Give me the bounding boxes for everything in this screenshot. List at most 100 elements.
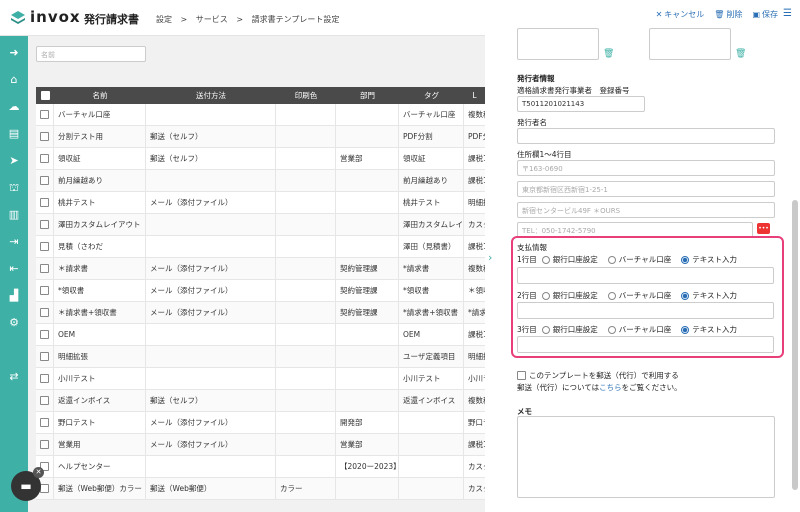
radio-text[interactable] (681, 325, 690, 334)
file-export-icon[interactable]: ⇥ (7, 235, 21, 249)
memo-textarea[interactable] (517, 416, 775, 498)
trash-icon[interactable]: 🗑 (735, 49, 746, 59)
trash-icon[interactable]: 🗑 (603, 49, 614, 59)
table-row[interactable]: ヘルプセンター 【2020ー2023】2 カスタ (36, 456, 485, 478)
mail-note-link[interactable]: こちら (599, 383, 622, 392)
row-checkbox[interactable] (36, 236, 54, 257)
registration-number-input[interactable]: T5011201021143 (517, 96, 645, 112)
table-row[interactable]: 澤田カスタムレイアウト 澤田カスタムレイカスタ (36, 214, 485, 236)
file-import-icon[interactable]: ⇤ (7, 262, 21, 276)
table-row[interactable]: 桃井テストメール（添付ファイル）桃井テスト明細拡 (36, 192, 485, 214)
table-row[interactable]: ＊請求書+領収書 メール（添付ファイル） 契約管理課 *請求書+領収書 *請求 (36, 302, 485, 324)
radio-virtual[interactable] (607, 255, 616, 264)
row-checkbox[interactable] (36, 346, 54, 367)
table-row[interactable]: ＊請求書メール（添付ファイル） 契約管理課*請求書複数税 (36, 258, 485, 280)
select-all-checkbox[interactable] (36, 87, 54, 104)
address-line-1-input[interactable]: 〒163-0690 (517, 160, 775, 176)
column-header[interactable]: 印刷色 (276, 87, 336, 104)
column-header[interactable]: タグ (399, 87, 464, 104)
column-header[interactable]: 部門 (336, 87, 399, 104)
delete-button[interactable]: 🗑 削除 (714, 9, 742, 20)
search-input[interactable]: 名前 (36, 46, 146, 62)
row-checkbox[interactable] (36, 126, 54, 147)
row-checkbox[interactable] (36, 434, 54, 455)
row-checkbox[interactable] (36, 104, 54, 125)
issuer-name-input[interactable] (517, 128, 775, 144)
payment-text-input-3[interactable] (517, 336, 774, 353)
close-icon[interactable]: ✕ (33, 467, 44, 478)
row-checkbox[interactable] (36, 302, 54, 323)
address-line-3-input[interactable]: 新宿センタービル49F ＊OURS (517, 202, 775, 218)
table-row[interactable]: バーチャル口座バーチャル口座複数税 (36, 104, 485, 126)
mail-note: 郵送（代行）についてはこちらをご覧ください。 (517, 383, 682, 392)
table-cell (399, 456, 464, 477)
more-icon[interactable]: ••• (757, 223, 770, 234)
mail-checkbox[interactable] (517, 371, 526, 380)
table-cell: 分割テスト用 (54, 126, 146, 147)
address-line-2-input[interactable]: 東京都新宿区西新宿1-25-1 (517, 181, 775, 197)
save-button[interactable]: ▣ 保存 (752, 9, 778, 20)
table-row[interactable]: 分割テスト用郵送（セルフ） PDF分割 PDF分 (36, 126, 485, 148)
table-row[interactable]: 営業用メール（添付ファイル） 営業部 課税10 (36, 434, 485, 456)
table-cell (146, 324, 276, 345)
radio-bank[interactable] (541, 291, 550, 300)
table-cell: ＊請求書+領収書 (54, 302, 146, 323)
menu-icon[interactable]: ☰ (783, 8, 792, 19)
row-checkbox[interactable] (36, 192, 54, 213)
column-header[interactable]: 名前 (54, 87, 146, 104)
table-cell: 澤田カスタムレイアウト (54, 214, 146, 235)
image-upload-box[interactable] (517, 28, 599, 60)
table-cell (276, 456, 336, 477)
cloud-upload-icon[interactable]: ☁ (7, 100, 21, 114)
breadcrumb-settings[interactable]: 設定 (156, 15, 172, 24)
cancel-button[interactable]: ✕ キャンセル (656, 9, 705, 20)
row-checkbox[interactable] (36, 412, 54, 433)
arrow-right-circle-icon[interactable]: ➜ (7, 46, 21, 60)
row-checkbox[interactable] (36, 368, 54, 389)
table-row[interactable]: 見積（さわだ 澤田（見積書） 課税10 (36, 236, 485, 258)
building-icon[interactable]: ▥ (7, 208, 21, 222)
payment-row-1: 1行目 銀行口座設定 バーチャル口座 テキスト入力 (517, 254, 737, 265)
image-upload-box[interactable] (649, 28, 731, 60)
row-checkbox[interactable] (36, 170, 54, 191)
scrollbar[interactable] (792, 200, 798, 490)
table-row[interactable]: *領収書メール（添付ファイル）契約管理課*領収書＊領収 (36, 280, 485, 302)
row-checkbox[interactable] (36, 280, 54, 301)
table-row[interactable]: OEM OEM 課税10 (36, 324, 485, 346)
radio-bank[interactable] (541, 255, 550, 264)
table-cell: カスタ (468, 462, 485, 471)
table-row[interactable]: 野口テストメール（添付ファイル） 開発部 野口テ (36, 412, 485, 434)
table-row[interactable]: 返還インボイス郵送（セルフ）返還インボイス複数税 (36, 390, 485, 412)
table-row[interactable]: 郵送（Web郵便）カラー郵送（Web郵便）カラーカスタ (36, 478, 485, 500)
bank-icon[interactable]: ⛫ (7, 181, 21, 195)
row-checkbox[interactable] (36, 214, 54, 235)
table-cell: 明細拡 (468, 352, 485, 361)
row-checkbox[interactable] (36, 148, 54, 169)
breadcrumb-service[interactable]: サービス (196, 15, 228, 24)
radio-text[interactable] (681, 291, 690, 300)
payment-text-input-1[interactable] (517, 267, 774, 284)
chart-icon[interactable]: ▟ (7, 289, 21, 303)
row-checkbox[interactable] (36, 390, 54, 411)
document-icon[interactable]: ▤ (7, 127, 21, 141)
swap-icon[interactable]: ⇄ (7, 370, 21, 384)
table-cell: *領収書 (54, 280, 146, 301)
radio-text[interactable] (681, 255, 690, 264)
column-header[interactable]: 送付方法 (146, 87, 276, 104)
table-row[interactable]: 領収証郵送（セルフ）営業部領収証課税10 (36, 148, 485, 170)
home-icon[interactable]: ⌂ (7, 73, 21, 87)
send-icon[interactable]: ➤ (7, 154, 21, 168)
row-checkbox[interactable] (36, 258, 54, 279)
row-checkbox[interactable] (36, 324, 54, 345)
radio-virtual[interactable] (607, 291, 616, 300)
column-header[interactable]: L (464, 87, 485, 104)
payment-text-input-2[interactable] (517, 302, 774, 319)
table-row[interactable]: 明細拡張 ユーザ定義項目明細拡 (36, 346, 485, 368)
gear-icon[interactable]: ⚙ (7, 316, 21, 330)
table-cell: 営業部 (336, 148, 399, 169)
table-row[interactable]: 前月繰越あり前月繰越あり課税10 (36, 170, 485, 192)
table-row[interactable]: 小川テスト小川テスト小川テ (36, 368, 485, 390)
radio-virtual[interactable] (607, 325, 616, 334)
radio-bank[interactable] (541, 325, 550, 334)
chevron-right-icon[interactable]: › (488, 251, 492, 264)
